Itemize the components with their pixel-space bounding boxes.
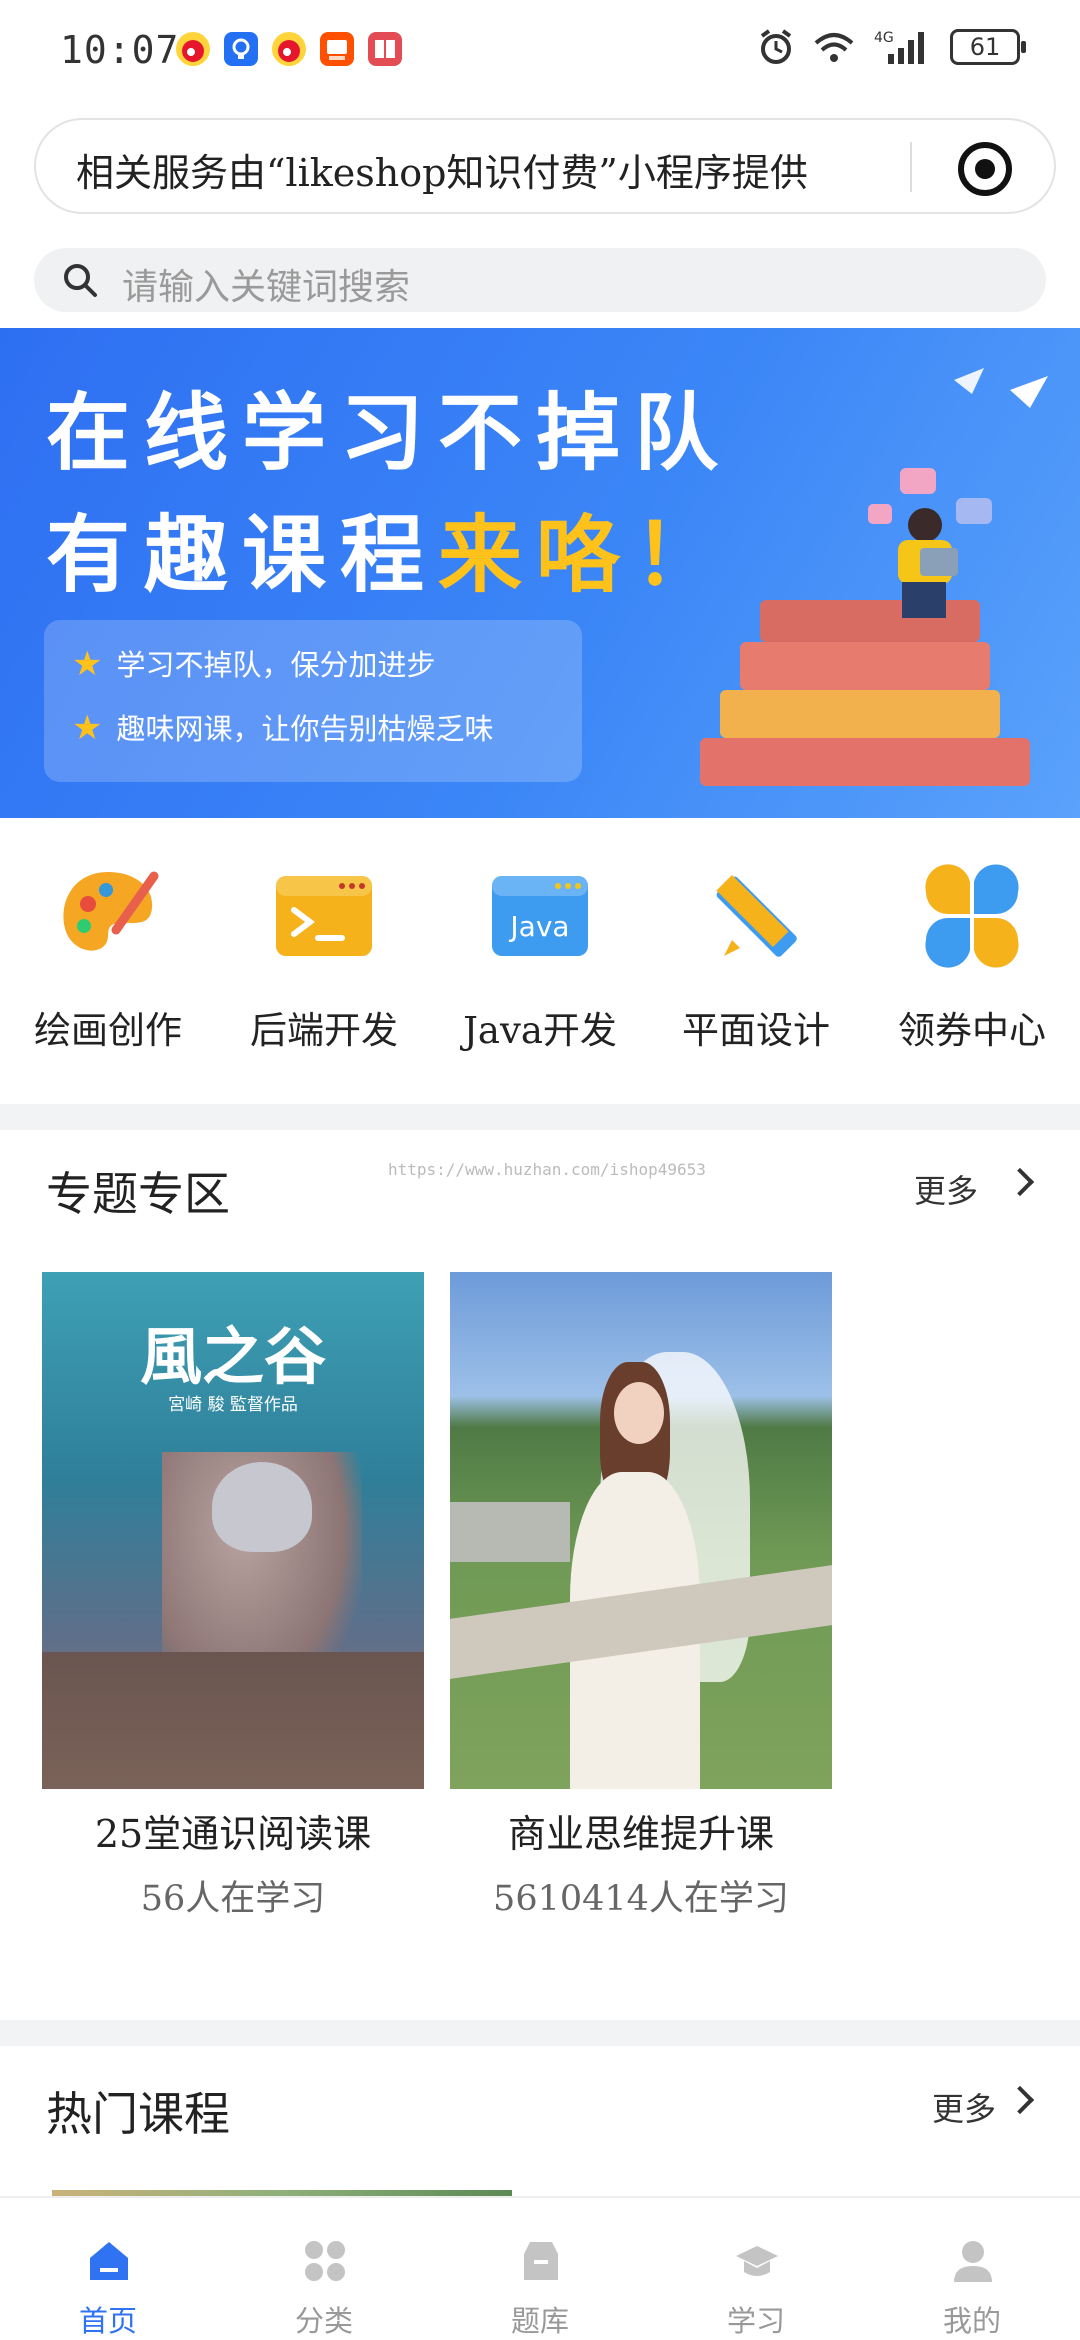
bulb-icon: [224, 32, 258, 66]
tab-label: 分类: [294, 2304, 353, 2338]
banner-points-box: ★ 学习不掉队，保分加进步 ★ 趣味网课，让你告别枯燥乏味: [44, 620, 582, 782]
category-icon: [305, 2241, 345, 2281]
svg-text:Java: Java: [508, 910, 569, 943]
course-title: 25堂通识阅读课: [94, 1812, 372, 1856]
course-cover: [450, 1272, 832, 1789]
topic-section-title: 专题专区: [46, 1167, 230, 1221]
chevron-right-icon[interactable]: [1005, 1167, 1035, 1197]
hot-more-link[interactable]: 更多: [932, 2084, 996, 2130]
course-card[interactable]: 風之谷 宮崎 駿 監督作品 25堂通识阅读课 56人在学习: [42, 1272, 424, 1921]
category-label: 绘画创作: [34, 1009, 182, 1052]
ruler-pencil-icon: [716, 874, 797, 957]
category-grid: 绘画创作 后端开发 Java Java开发 平面设计 领券中心: [0, 850, 1080, 1090]
profile-icon: [954, 2241, 992, 2282]
mini-program-text: 相关服务由“likeshop知识付费”小程序提供: [76, 151, 808, 195]
weibo-icon: [176, 32, 210, 66]
course-card[interactable]: 商业思维提升课 5610414人在学习: [450, 1272, 832, 1921]
alarm-icon: [760, 29, 792, 64]
paper-plane-icon: [954, 368, 1048, 408]
poster-subtitle: 宮崎 駿 監督作品: [168, 1395, 298, 1415]
course-title: 商业思维提升课: [507, 1812, 774, 1856]
poster-helmet: [212, 1462, 312, 1552]
book-illustration: [680, 468, 1040, 818]
chevron-right-icon[interactable]: [1005, 2085, 1035, 2115]
tab-profile[interactable]: 我的: [864, 2198, 1080, 2340]
category-label: 后端开发: [250, 1009, 398, 1052]
tab-label: 学习: [726, 2304, 785, 2338]
home-icon: [90, 2242, 128, 2280]
category-item[interactable]: 绘画创作: [0, 850, 216, 1090]
banner-point: ★ 趣味网课，让你告别枯燥乏味: [72, 706, 494, 748]
category-item[interactable]: 后端开发: [216, 850, 432, 1090]
signal-4g-icon: 4G: [874, 30, 924, 64]
graduation-cap-icon: [736, 2246, 778, 2276]
hot-section-title: 热门课程: [46, 2087, 230, 2141]
topic-more-link[interactable]: 更多: [914, 1166, 978, 1212]
tab-question-bank[interactable]: 题库: [432, 2198, 648, 2340]
battery-indicator: 61: [950, 29, 1026, 65]
chat-bubble-icon: [956, 498, 992, 524]
promo-banner[interactable]: 在线学习不掉队 有趣课程来咯！ ★ 学习不掉队，保分加进步 ★ 趣味网课，让你告别枯…: [0, 328, 1080, 818]
banner-headline-1: 在线学习不掉队: [46, 384, 733, 482]
book-app-icon: [368, 32, 402, 66]
svg-text:4G: 4G: [874, 30, 894, 46]
book: [720, 690, 1000, 738]
watermark-text: https://www.huzhan.com/ishop49653: [388, 1160, 706, 1179]
mini-program-bar: 相关服务由“likeshop知识付费”小程序提供: [34, 118, 1056, 214]
section-separator: [0, 1104, 1080, 1130]
photo-face: [614, 1382, 664, 1444]
search-bar[interactable]: 请输入关键词搜索: [34, 248, 1046, 312]
banner-point: ★ 学习不掉队，保分加进步: [72, 642, 436, 684]
chat-bubble-icon: [868, 504, 892, 524]
weibo-icon: [272, 32, 306, 66]
java-window-icon: Java: [492, 876, 588, 956]
system-icons: 4G 61: [758, 28, 1026, 66]
bottom-tab-bar: 首页 分类 题库 学习 我的: [0, 2196, 1080, 2340]
banner-point-text: 趣味网课，让你告别枯燥乏味: [116, 712, 494, 746]
tab-category[interactable]: 分类: [216, 2198, 432, 2340]
course-cover: 風之谷 宮崎 駿 監督作品: [42, 1272, 424, 1789]
search-icon: [64, 264, 97, 297]
category-label: 平面设计: [682, 1009, 830, 1052]
star-icon: ★: [72, 644, 103, 684]
tab-home[interactable]: 首页: [0, 2198, 216, 2340]
banner-point-text: 学习不掉队，保分加进步: [116, 648, 436, 682]
palette-icon: [63, 871, 159, 951]
close-target-icon[interactable]: [958, 142, 1012, 196]
divider: [910, 142, 912, 192]
banner-headline-2-prefix: 有趣课程: [46, 506, 439, 604]
terminal-icon: [276, 876, 372, 956]
course-learners: 5610414人在学习: [493, 1879, 789, 1919]
chat-bubble-icon: [900, 468, 936, 494]
student-figure: [890, 508, 960, 618]
tab-label: 我的: [942, 2304, 1001, 2338]
search-placeholder: 请输入关键词搜索: [122, 267, 411, 308]
tab-label: 题库: [510, 2304, 569, 2338]
status-bar: 10:07 4G 61: [0, 0, 1080, 105]
wifi-icon: [814, 33, 854, 62]
coupon-grid-icon: [925, 864, 1019, 968]
banner-headline-2: 有趣课程来咯！: [46, 488, 732, 609]
tab-label: 首页: [78, 2304, 137, 2338]
status-time: 10:07: [60, 28, 180, 72]
category-label: 领券中心: [898, 1009, 1046, 1052]
star-icon: ★: [72, 708, 103, 748]
taobao-icon: [320, 32, 354, 66]
category-item[interactable]: Java Java开发: [432, 850, 648, 1090]
category-item[interactable]: 平面设计: [648, 850, 864, 1090]
notification-icons: [176, 32, 402, 66]
poster-ground: [42, 1652, 424, 1789]
course-learners: 56人在学习: [140, 1879, 326, 1919]
book: [740, 642, 990, 690]
question-bank-icon: [524, 2242, 558, 2280]
book: [700, 738, 1030, 786]
tab-study[interactable]: 学习: [648, 2198, 864, 2340]
poster-title: 風之谷: [139, 1320, 326, 1393]
section-separator: [0, 2020, 1080, 2046]
category-item[interactable]: 领券中心: [864, 850, 1080, 1090]
photo-building: [450, 1502, 570, 1562]
category-label: Java开发: [463, 1009, 617, 1052]
